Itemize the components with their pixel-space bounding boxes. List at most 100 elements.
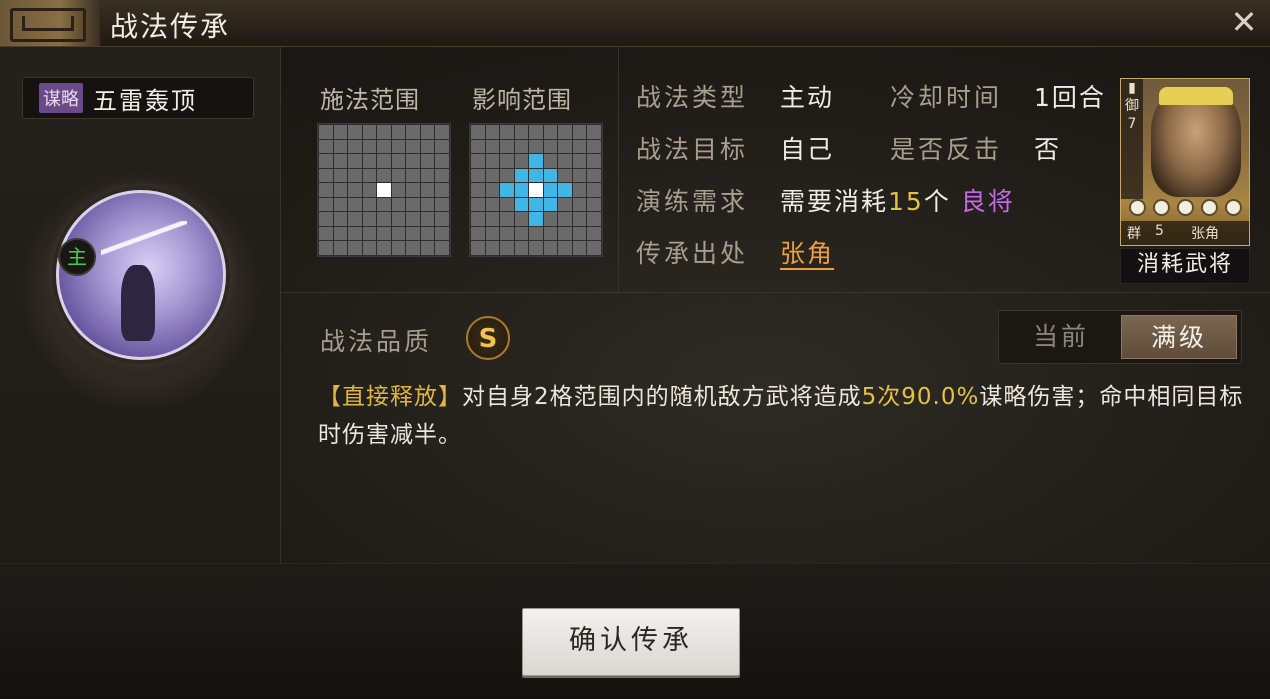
- grid-cell: [420, 125, 435, 139]
- confirm-inherit-button[interactable]: 确认传承: [522, 608, 740, 676]
- grid-cell: [406, 226, 420, 241]
- grid-cell: [435, 154, 449, 168]
- grid-cell: [377, 154, 391, 168]
- divider: [281, 292, 1270, 293]
- grid-cell: [543, 154, 558, 168]
- counter-label: 是否反击: [890, 135, 1003, 164]
- grid-cell: [558, 212, 572, 226]
- grid-cell: [377, 197, 391, 212]
- grid-cell: [377, 125, 391, 139]
- grid-cell: [485, 168, 500, 183]
- cooldown-value: 1回合: [1034, 83, 1106, 112]
- grid-cell: [471, 139, 485, 154]
- grid-cell: [435, 226, 449, 241]
- origin-hero-link[interactable]: 张角: [780, 239, 835, 270]
- hero-card[interactable]: ▮ 御 7 群 5 张角: [1120, 78, 1250, 246]
- grid-cell: [333, 154, 348, 168]
- grid-cell: [471, 226, 485, 241]
- drill-item-link[interactable]: 良将: [961, 187, 1015, 216]
- skill-target-label: 战法目标: [636, 135, 749, 164]
- grid-cell: [406, 212, 420, 226]
- grid-cell: [514, 125, 529, 139]
- grid-cell: [514, 197, 529, 212]
- grid-cell: [500, 226, 514, 241]
- grid-cell: [435, 168, 449, 183]
- grid-cell: [319, 125, 333, 139]
- skill-description: 【直接释放】对自身2格范围内的随机敌方武将造成5次90.0%谋略伤害；命中相同目…: [318, 378, 1248, 454]
- grid-cell: [543, 183, 558, 197]
- grid-cell: [435, 197, 449, 212]
- window-title: 战法传承: [110, 10, 231, 43]
- grid-cell: [391, 241, 406, 255]
- grid-cell: [514, 212, 529, 226]
- close-button[interactable]: ✕: [1226, 4, 1262, 40]
- grid-cell: [529, 197, 543, 212]
- effect-range-label: 影响范围: [472, 86, 572, 114]
- grid-cell: [572, 139, 587, 154]
- drill-label: 演练需求: [636, 187, 749, 216]
- toggle-max-level-button[interactable]: 满级: [1121, 315, 1237, 359]
- hero-side-text: 御 7: [1125, 98, 1139, 132]
- grid-cell: [377, 226, 391, 241]
- main-skill-badge: 主: [58, 238, 96, 276]
- grid-cell: [543, 212, 558, 226]
- grid-cell: [348, 154, 362, 168]
- hero-cost: 5: [1155, 223, 1164, 239]
- hero-headband: [1159, 87, 1233, 105]
- grid-cell: [500, 183, 514, 197]
- grid-cell: [435, 183, 449, 197]
- grid-cell: [485, 212, 500, 226]
- grid-cell: [485, 197, 500, 212]
- grid-cell: [420, 183, 435, 197]
- star-icon: [1176, 199, 1194, 216]
- grid-cell: [572, 125, 587, 139]
- grid-cell: [572, 241, 587, 255]
- shield-icon: ▮: [1128, 80, 1136, 96]
- grid-cell: [362, 139, 377, 154]
- warrior-silhouette-icon: [121, 265, 155, 341]
- hero-caption: 消耗武将: [1120, 248, 1250, 284]
- grid-cell: [529, 168, 543, 183]
- grid-cell: [333, 139, 348, 154]
- grid-cell: [420, 212, 435, 226]
- grid-cell: [529, 241, 543, 255]
- grid-cell: [572, 226, 587, 241]
- grid-cell: [362, 226, 377, 241]
- toggle-current-button[interactable]: 当前: [1003, 315, 1119, 359]
- grid-cell: [319, 197, 333, 212]
- grid-cell: [500, 168, 514, 183]
- grid-cell: [391, 168, 406, 183]
- grid-cell: [471, 125, 485, 139]
- grid-cell: [485, 183, 500, 197]
- grid-cell: [514, 241, 529, 255]
- grid-cell: [362, 125, 377, 139]
- hero-troop-type: ▮ 御 7: [1121, 79, 1143, 199]
- grid-cell: [435, 139, 449, 154]
- grid-cell: [406, 241, 420, 255]
- grid-cell: [362, 241, 377, 255]
- grid-cell: [377, 168, 391, 183]
- grid-cell: [420, 241, 435, 255]
- grid-cell: [333, 226, 348, 241]
- drill-value: 需要消耗15个 良将: [780, 182, 1015, 218]
- grid-cell: [362, 183, 377, 197]
- desc-times: 5次: [861, 384, 902, 410]
- grid-cell: [420, 168, 435, 183]
- hero-footer: 群 5 张角: [1121, 221, 1249, 245]
- grid-cell: [514, 139, 529, 154]
- grid-cell: [420, 226, 435, 241]
- grid-cell: [435, 241, 449, 255]
- desc-part1: 对自身2格范围内的随机敌方武将造成: [462, 384, 862, 410]
- grid-cell: [587, 139, 601, 154]
- skill-type-tag: 谋略: [39, 83, 83, 113]
- grid-cell: [471, 197, 485, 212]
- grid-cell: [435, 212, 449, 226]
- skill-name: 五雷轰顶: [93, 86, 197, 115]
- grid-cell: [587, 183, 601, 197]
- grid-cell: [333, 241, 348, 255]
- grid-cell: [362, 212, 377, 226]
- grid-cell: [348, 183, 362, 197]
- grid-cell: [406, 197, 420, 212]
- grid-cell: [529, 139, 543, 154]
- grid-cell: [543, 125, 558, 139]
